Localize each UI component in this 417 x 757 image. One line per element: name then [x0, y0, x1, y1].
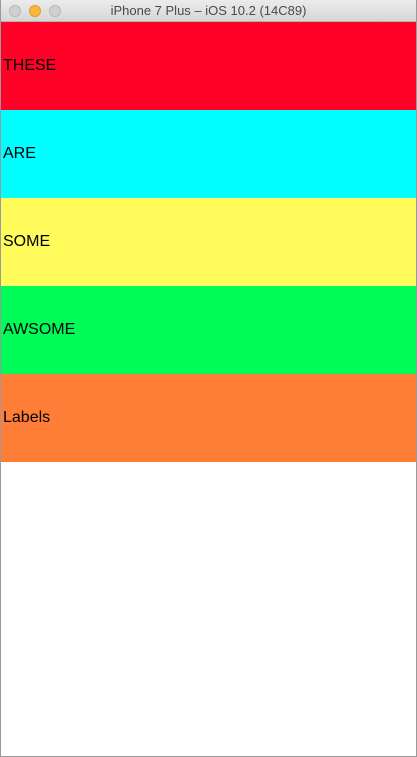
label-text: ARE: [3, 145, 36, 162]
label-are: ARE: [1, 110, 416, 198]
label-some: SOME: [1, 198, 416, 286]
label-text: AWSOME: [3, 321, 76, 338]
label-labels: Labels: [1, 374, 416, 462]
window-title: iPhone 7 Plus – iOS 10.2 (14C89): [110, 3, 307, 18]
label-these: THESE: [1, 22, 416, 110]
label-text: Labels: [3, 409, 51, 426]
title-bar[interactable]: iPhone 7 Plus – iOS 10.2 (14C89): [1, 0, 416, 22]
label-text: THESE: [3, 57, 57, 74]
label-awsome: AWSOME: [1, 286, 416, 374]
simulator-window: iPhone 7 Plus – iOS 10.2 (14C89) THESE A…: [0, 0, 417, 757]
label-text: SOME: [3, 233, 51, 250]
device-screen: THESE ARE SOME AWSOME Labels: [1, 22, 416, 756]
